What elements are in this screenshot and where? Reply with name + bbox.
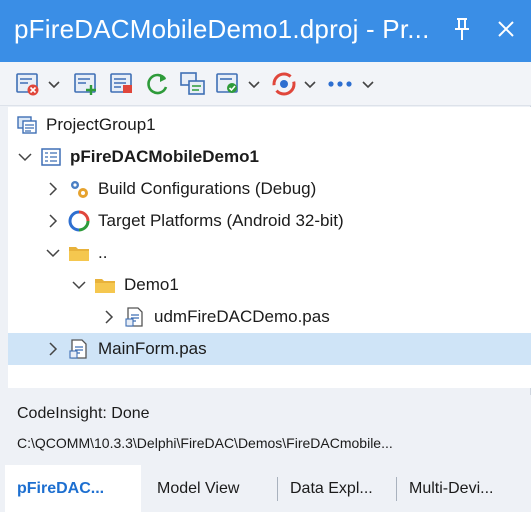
title-bar: pFireDACMobileDemo1.dproj - Pr...	[0, 0, 531, 62]
compile-icon[interactable]	[214, 68, 242, 100]
tree-item-projectgroup[interactable]: ProjectGroup1	[8, 109, 531, 141]
tab-label: Model View	[157, 479, 240, 497]
tab-data-explorer[interactable]: Data Expl...	[278, 465, 385, 512]
pas-file-icon	[124, 306, 146, 328]
more-icon[interactable]	[326, 68, 356, 100]
folder-icon	[94, 274, 116, 296]
dropdown-chevron-icon[interactable]	[360, 68, 376, 100]
tree-item-udmfiredacdemo[interactable]: udmFireDACDemo.pas	[8, 301, 531, 333]
tree-item-label: ProjectGroup1	[46, 115, 156, 134]
chevron-right-icon[interactable]	[100, 308, 118, 326]
chevron-down-icon[interactable]	[16, 148, 34, 166]
pin-icon[interactable]	[451, 16, 473, 42]
tab-label: Data Expl...	[290, 479, 373, 497]
tree-item-build-configurations[interactable]: Build Configurations (Debug)	[8, 173, 531, 205]
project-group-icon	[16, 114, 38, 136]
project-tree: ProjectGroup1 pFireDACMobileDemo1 Build …	[8, 107, 531, 388]
chevron-down-icon[interactable]	[44, 244, 62, 262]
dropdown-chevron-icon[interactable]	[302, 68, 318, 100]
codeinsight-status: CodeInsight: Done	[17, 405, 150, 422]
tree-item-label: Target Platforms (Android 32-bit)	[98, 211, 344, 230]
dropdown-chevron-icon[interactable]	[46, 68, 62, 100]
status-area: CodeInsight: Done C:\QCOMM\10.3.3\Delphi…	[0, 395, 531, 465]
tab-project-manager[interactable]: pFireDAC...	[5, 465, 141, 512]
tree-item-target-platforms[interactable]: Target Platforms (Android 32-bit)	[8, 205, 531, 237]
tree-item-label: Build Configurations (Debug)	[98, 179, 317, 198]
close-icon[interactable]	[493, 16, 519, 42]
dropdown-chevron-icon[interactable]	[246, 68, 262, 100]
view-file-icon[interactable]	[108, 68, 136, 100]
tab-multi-device[interactable]: Multi-Devi...	[397, 465, 505, 512]
build-icon[interactable]	[178, 68, 208, 100]
remove-file-icon[interactable]	[14, 68, 42, 100]
tree-item-project[interactable]: pFireDACMobileDemo1	[8, 141, 531, 173]
chevron-right-icon[interactable]	[44, 340, 62, 358]
target-platforms-icon	[68, 210, 90, 232]
tab-label: Multi-Devi...	[409, 479, 494, 497]
gears-icon	[68, 178, 90, 200]
tree-item-label: ..	[98, 243, 108, 262]
tab-label: pFireDAC...	[17, 479, 105, 497]
chevron-right-icon[interactable]	[44, 180, 62, 198]
window-title: pFireDACMobileDemo1.dproj - Pr...	[14, 14, 430, 44]
refresh-icon[interactable]	[144, 68, 172, 100]
add-file-icon[interactable]	[72, 68, 100, 100]
tree-item-label: MainForm.pas	[98, 339, 207, 358]
tree-item-parent-folder[interactable]: ..	[8, 237, 531, 269]
tree-item-mainform[interactable]: MainForm.pas	[8, 333, 531, 365]
tab-model-view[interactable]: Model View	[145, 465, 251, 512]
project-manager-panel: pFireDACMobileDemo1.dproj - Pr... Projec…	[0, 0, 531, 512]
target-icon[interactable]	[270, 68, 298, 100]
tree-item-label: pFireDACMobileDemo1	[70, 147, 259, 166]
pas-file-icon	[68, 338, 90, 360]
tree-item-label: Demo1	[124, 275, 179, 294]
tree-item-label: udmFireDACDemo.pas	[154, 307, 330, 326]
tree-item-demo1-folder[interactable]: Demo1	[8, 269, 531, 301]
bottom-tabs: pFireDAC... Model View Data Expl... Mult…	[0, 465, 531, 512]
toolbar	[0, 62, 531, 106]
chevron-down-icon[interactable]	[70, 276, 88, 294]
folder-icon	[68, 242, 90, 264]
chevron-right-icon[interactable]	[44, 212, 62, 230]
project-icon	[40, 146, 62, 168]
project-path: C:\QCOMM\10.3.3\Delphi\FireDAC\Demos\Fir…	[17, 435, 393, 451]
